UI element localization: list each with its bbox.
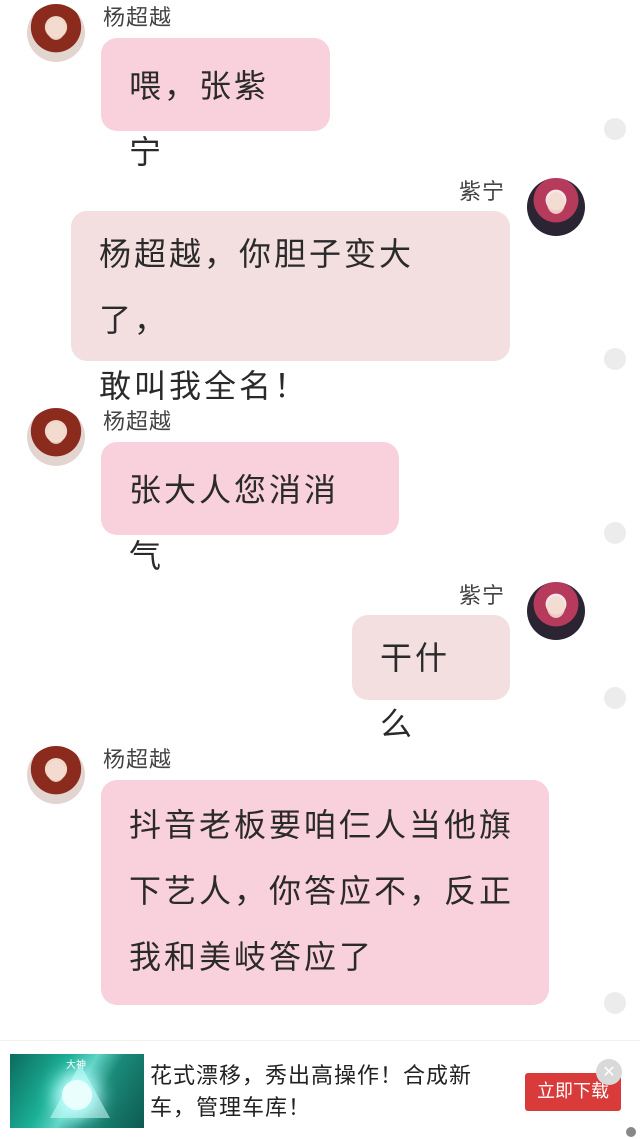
avatar[interactable] <box>27 746 85 804</box>
message-bubble[interactable]: 喂，张紫宁 <box>101 38 330 171</box>
message-line: 干什么 <box>380 639 451 743</box>
ad-thumbnail-tag: 大神 <box>66 1060 86 1071</box>
avatar[interactable] <box>527 178 585 236</box>
status-dot <box>604 348 626 370</box>
ad-thumbnail[interactable]: 大神 <box>10 1054 144 1128</box>
message-bubble[interactable]: 抖音老板要咱仨人当他旗 下艺人，你答应不，反正 我和美岐答应了 <box>101 780 549 1005</box>
ad-banner[interactable]: 大神 花式漂移，秀出高操作！合成新车，管理车库！ 立即下载 ✕ <box>0 1040 640 1139</box>
status-dot <box>604 992 626 1014</box>
sender-name: 紫宁 <box>459 180 506 205</box>
sender-name: 杨超越 <box>103 748 173 773</box>
status-dot <box>604 522 626 544</box>
message-line: 我和美岐答应了 <box>129 938 375 976</box>
close-icon[interactable]: ✕ <box>596 1059 622 1085</box>
status-dot <box>604 687 626 709</box>
status-dot <box>604 118 626 140</box>
message-line: 杨超越，你胆子变大了， <box>99 235 415 339</box>
ad-info-icon[interactable] <box>626 1127 636 1137</box>
message-line: 喂，张紫宁 <box>129 67 270 171</box>
message-line: 张大人您消消气 <box>129 471 340 575</box>
sender-name: 紫宁 <box>459 584 506 609</box>
avatar[interactable] <box>27 408 85 466</box>
sender-name: 杨超越 <box>103 6 173 31</box>
message-bubble[interactable]: 干什么 <box>352 615 510 743</box>
message-bubble[interactable]: 杨超越，你胆子变大了， 敢叫我全名！ <box>71 211 510 405</box>
message-line: 抖音老板要咱仨人当他旗 <box>129 806 515 844</box>
sender-name: 杨超越 <box>103 410 173 435</box>
ad-text[interactable]: 花式漂移，秀出高操作！合成新车，管理车库！ <box>150 1061 495 1125</box>
ad-thumbnail-burst <box>62 1080 92 1110</box>
avatar[interactable] <box>527 582 585 640</box>
message-bubble[interactable]: 张大人您消消气 <box>101 442 399 575</box>
avatar[interactable] <box>27 4 85 62</box>
message-line: 下艺人，你答应不，反正 <box>129 872 515 910</box>
